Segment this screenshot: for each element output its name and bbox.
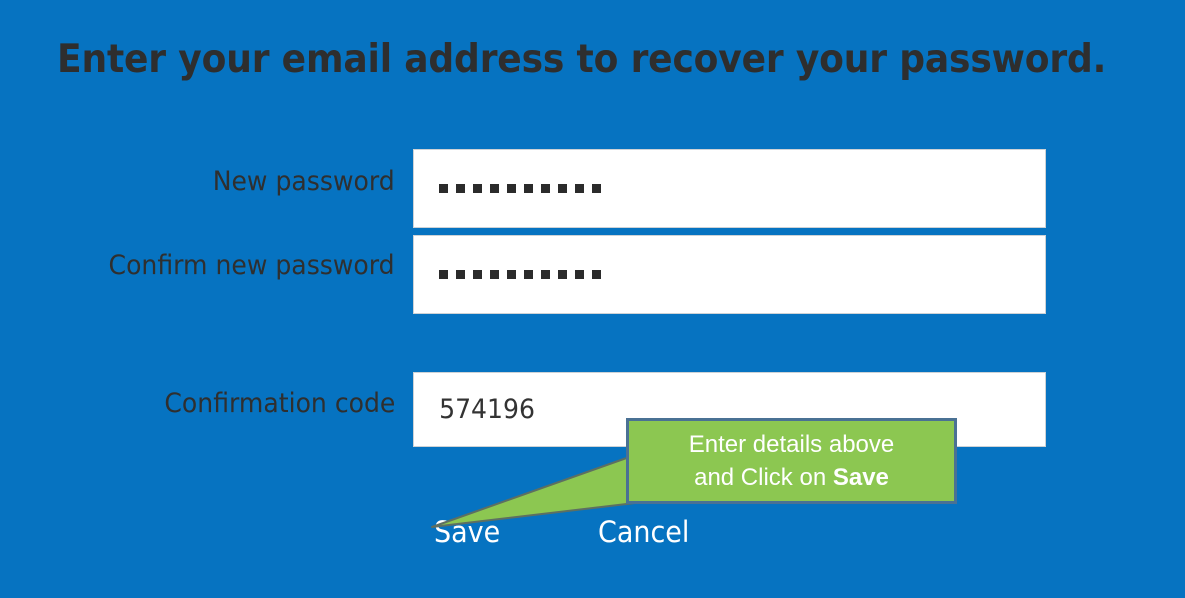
password-dot bbox=[592, 184, 601, 193]
password-dot bbox=[507, 270, 516, 279]
callout-tooltip: Enter details above and Click on Save bbox=[626, 418, 957, 504]
callout-line-1: Enter details above bbox=[688, 430, 895, 458]
password-dot bbox=[575, 184, 584, 193]
password-dot bbox=[439, 184, 448, 193]
password-dot bbox=[575, 270, 584, 279]
password-recovery-screen: Enter your email address to recover your… bbox=[0, 0, 1185, 598]
password-dot bbox=[456, 184, 465, 193]
label-confirmation-code: Confirmation code bbox=[163, 388, 395, 419]
password-dot bbox=[507, 184, 516, 193]
password-dot bbox=[524, 270, 533, 279]
password-dot bbox=[456, 270, 465, 279]
password-dot bbox=[439, 270, 448, 279]
password-dot bbox=[473, 184, 482, 193]
new-password-masked-value bbox=[414, 184, 601, 193]
callout-line-2-emphasis: Save bbox=[832, 464, 889, 491]
password-dot bbox=[541, 184, 550, 193]
callout-line-2: and Click on Save bbox=[694, 461, 889, 494]
label-confirm-new-password: Confirm new password bbox=[108, 250, 395, 281]
label-new-password: New password bbox=[213, 166, 395, 197]
password-dot bbox=[473, 270, 482, 279]
password-dot bbox=[490, 184, 499, 193]
password-dot bbox=[490, 270, 499, 279]
confirmation-code-value: 574196 bbox=[439, 394, 535, 425]
callout-line-2-prefix: and Click on bbox=[694, 464, 833, 491]
confirm-new-password-input[interactable] bbox=[413, 235, 1046, 314]
password-dot bbox=[524, 184, 533, 193]
new-password-input[interactable] bbox=[413, 149, 1046, 228]
password-dot bbox=[558, 184, 567, 193]
callout-pointer-icon bbox=[431, 454, 636, 528]
password-dot bbox=[592, 270, 601, 279]
password-dot bbox=[558, 270, 567, 279]
confirm-password-masked-value bbox=[414, 270, 601, 279]
password-dot bbox=[541, 270, 550, 279]
